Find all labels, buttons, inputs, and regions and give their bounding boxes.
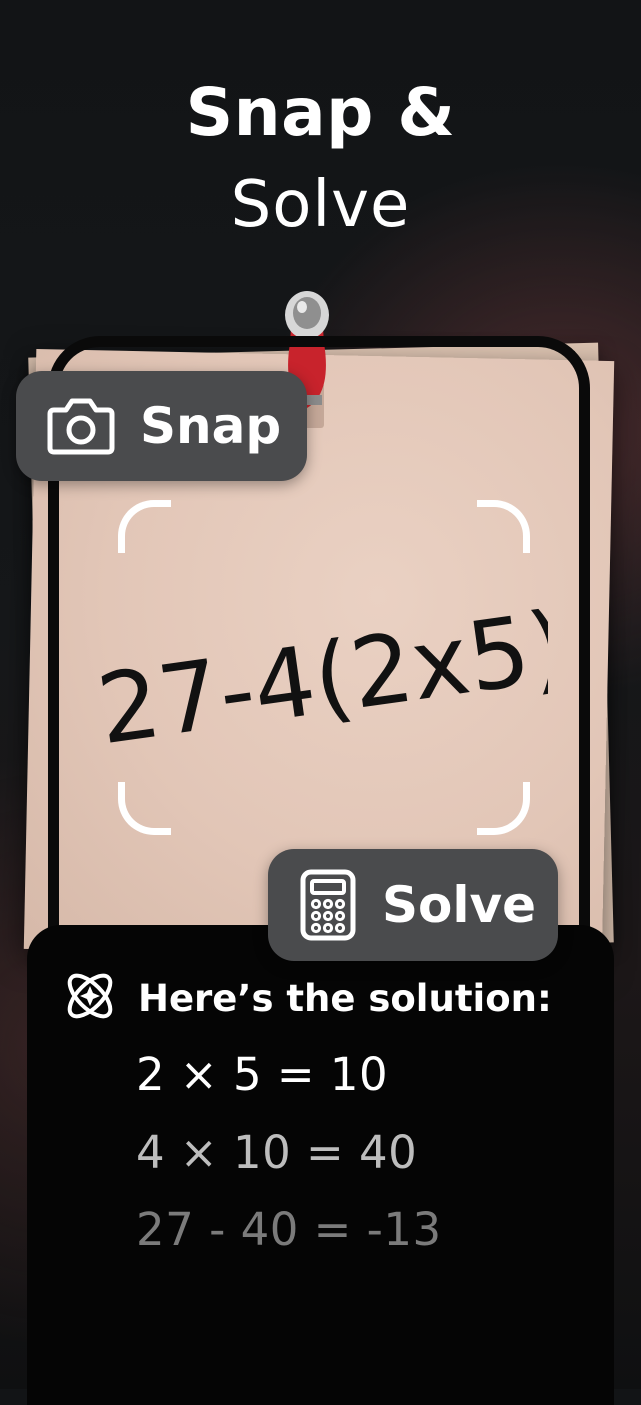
ai-sparkle-icon — [60, 966, 120, 1030]
snap-label: Snap — [140, 397, 282, 455]
camera-icon — [46, 396, 116, 456]
snap-button[interactable]: Snap — [16, 371, 307, 481]
solve-label: Solve — [382, 876, 537, 934]
solution-step: 27 - 40 = -13 — [136, 1203, 442, 1256]
solution-step: 4 × 10 = 40 — [136, 1126, 418, 1179]
calculator-icon — [300, 869, 356, 941]
title-line-2: Solve — [230, 168, 411, 242]
solve-button[interactable]: Solve — [268, 849, 558, 961]
title-line-1: Snap & — [185, 74, 456, 151]
solution-heading: Here’s the solution: — [60, 966, 552, 1030]
solution-heading-label: Here’s the solution: — [138, 976, 552, 1020]
solution-step: 2 × 5 = 10 — [136, 1048, 389, 1101]
